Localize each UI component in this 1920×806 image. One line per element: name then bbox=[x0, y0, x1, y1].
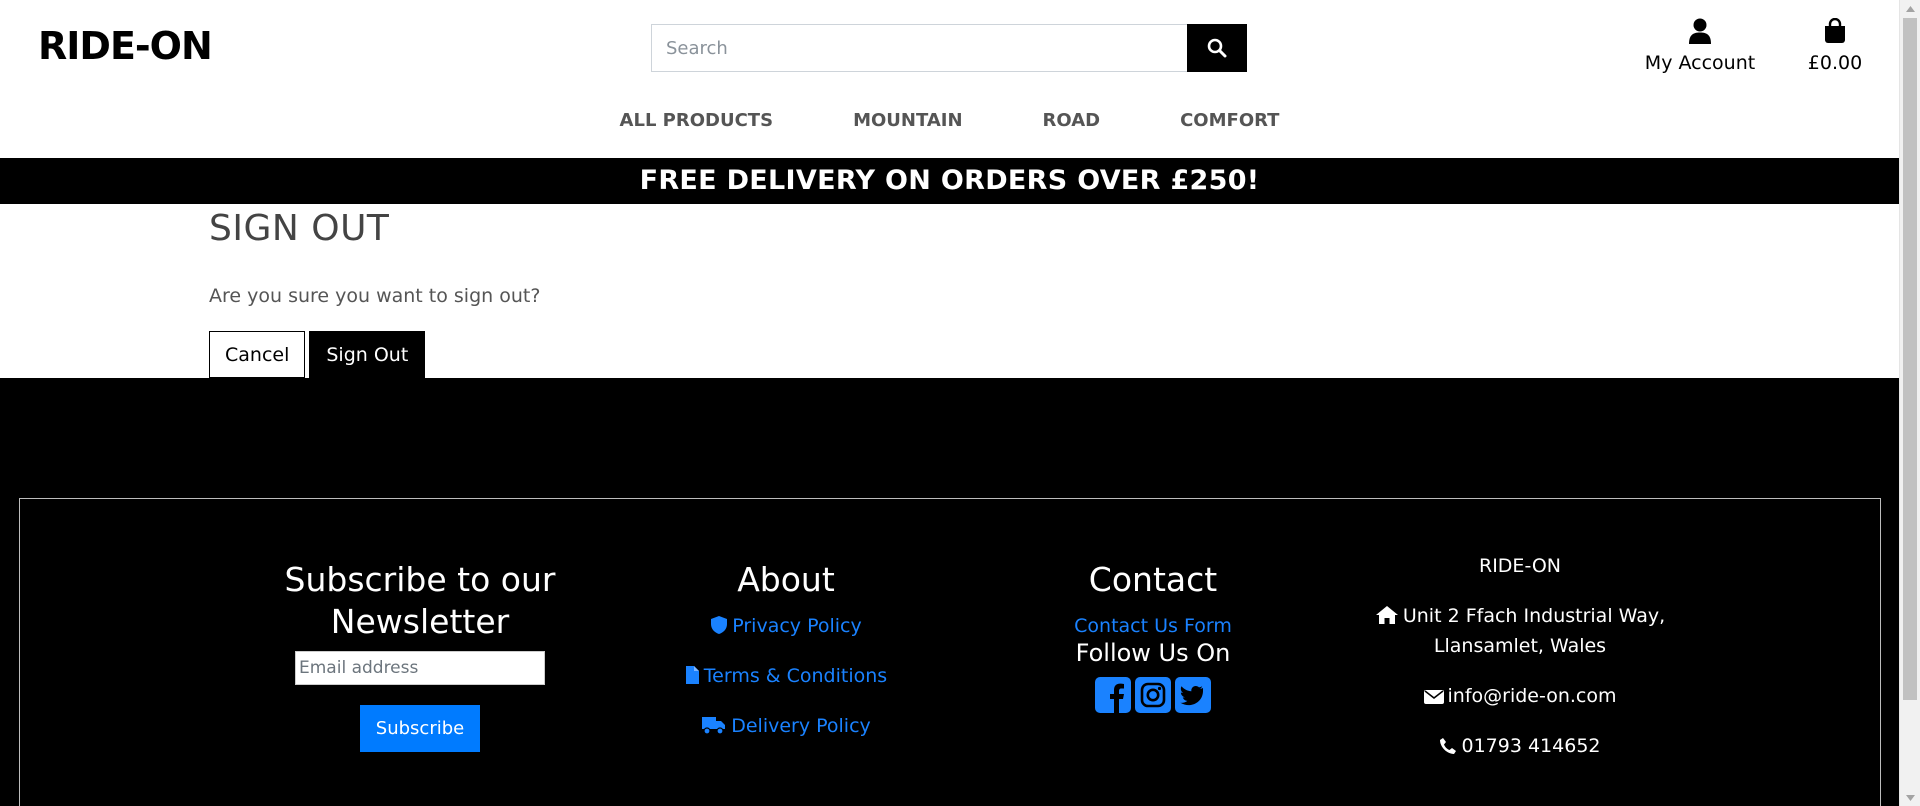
search-bar bbox=[651, 24, 1247, 72]
scroll-up-arrow-icon[interactable] bbox=[1900, 0, 1920, 17]
contact-form-link[interactable]: Contact Us Form bbox=[1003, 615, 1303, 637]
newsletter-heading: Subscribe to our Newsletter bbox=[270, 559, 570, 643]
my-account-link[interactable]: My Account bbox=[1640, 18, 1760, 74]
newsletter-section: Subscribe to our Newsletter Subscribe bbox=[270, 559, 570, 752]
delivery-banner: FREE DELIVERY ON ORDERS OVER £250! bbox=[0, 158, 1899, 204]
shield-icon bbox=[711, 616, 728, 634]
phone-number[interactable]: 01793 414652 bbox=[1461, 735, 1600, 757]
address-line1: Unit 2 Ffach Industrial Way, bbox=[1402, 605, 1666, 627]
company-address: Unit 2 Ffach Industrial Way, Llansamlet,… bbox=[1370, 601, 1670, 661]
facebook-icon[interactable] bbox=[1095, 677, 1131, 713]
user-icon bbox=[1689, 18, 1711, 44]
nav-all-products[interactable]: ALL PRODUCTS bbox=[620, 110, 774, 131]
nav-road[interactable]: ROAD bbox=[1043, 110, 1101, 131]
truck-icon bbox=[702, 717, 726, 735]
signout-question: Are you sure you want to sign out? bbox=[209, 285, 541, 307]
sign-out-button[interactable]: Sign Out bbox=[309, 331, 426, 378]
footer-panel: Subscribe to our Newsletter Subscribe Ab… bbox=[19, 498, 1881, 806]
company-name: RIDE-ON bbox=[1479, 555, 1561, 577]
nav-mountain[interactable]: MOUNTAIN bbox=[853, 110, 962, 131]
newsletter-heading-line2: Newsletter bbox=[330, 602, 510, 641]
email-address[interactable]: info@ride-on.com bbox=[1448, 685, 1617, 707]
search-input[interactable] bbox=[651, 24, 1187, 72]
contact-heading: Contact bbox=[1088, 560, 1218, 599]
nav-comfort[interactable]: COMFORT bbox=[1180, 110, 1279, 131]
privacy-policy-label: Privacy Policy bbox=[732, 615, 862, 637]
main-nav: ALL PRODUCTS MOUNTAIN ROAD COMFORT bbox=[0, 110, 1899, 131]
cancel-button[interactable]: Cancel bbox=[209, 331, 306, 378]
contact-section: Contact Contact Us Form Follow Us On bbox=[1003, 559, 1303, 713]
page: RIDE-ON My Account £0.00 ALL PRODUCTS MO… bbox=[0, 0, 1899, 806]
page-scrollbar[interactable] bbox=[1899, 0, 1920, 806]
my-account-label: My Account bbox=[1644, 52, 1756, 74]
privacy-policy-link[interactable]: Privacy Policy bbox=[636, 615, 936, 637]
newsletter-email-input[interactable] bbox=[295, 651, 545, 685]
social-links bbox=[1003, 677, 1303, 713]
scroll-down-arrow-icon[interactable] bbox=[1900, 789, 1920, 806]
home-icon bbox=[1375, 606, 1398, 624]
signout-actions: Cancel Sign Out bbox=[209, 331, 426, 378]
file-icon bbox=[685, 666, 699, 684]
delivery-policy-link[interactable]: Delivery Policy bbox=[636, 715, 936, 737]
newsletter-heading-line1: Subscribe to our bbox=[284, 560, 556, 599]
terms-conditions-link[interactable]: Terms & Conditions bbox=[636, 665, 936, 687]
scrollbar-thumb[interactable] bbox=[1903, 18, 1917, 700]
follow-us-heading: Follow Us On bbox=[1075, 639, 1231, 667]
shopping-bag-link[interactable]: £0.00 bbox=[1800, 17, 1870, 74]
address-line2: Llansamlet, Wales bbox=[1433, 635, 1607, 657]
about-section: About Privacy Policy Terms & Conditions … bbox=[636, 559, 936, 737]
company-info-section: RIDE-ON Unit 2 Ffach Industrial Way, Lla… bbox=[1370, 551, 1670, 781]
subscribe-button[interactable]: Subscribe bbox=[359, 705, 481, 752]
bag-total: £0.00 bbox=[1807, 52, 1863, 74]
twitter-icon[interactable] bbox=[1175, 677, 1211, 713]
footer: Subscribe to our Newsletter Subscribe Ab… bbox=[0, 378, 1899, 806]
search-icon bbox=[1207, 38, 1227, 58]
shopping-bag-icon bbox=[1825, 17, 1845, 43]
instagram-icon[interactable] bbox=[1135, 677, 1171, 713]
site-logo[interactable]: RIDE-ON bbox=[38, 24, 213, 68]
company-phone: 01793 414652 bbox=[1370, 731, 1670, 761]
phone-icon bbox=[1440, 738, 1457, 754]
envelope-icon bbox=[1423, 690, 1444, 704]
terms-conditions-label: Terms & Conditions bbox=[703, 665, 888, 687]
delivery-policy-label: Delivery Policy bbox=[731, 715, 871, 737]
company-email: info@ride-on.com bbox=[1370, 681, 1670, 711]
page-title: SIGN OUT bbox=[209, 208, 390, 249]
search-button[interactable] bbox=[1187, 24, 1247, 72]
about-heading: About bbox=[737, 560, 835, 599]
